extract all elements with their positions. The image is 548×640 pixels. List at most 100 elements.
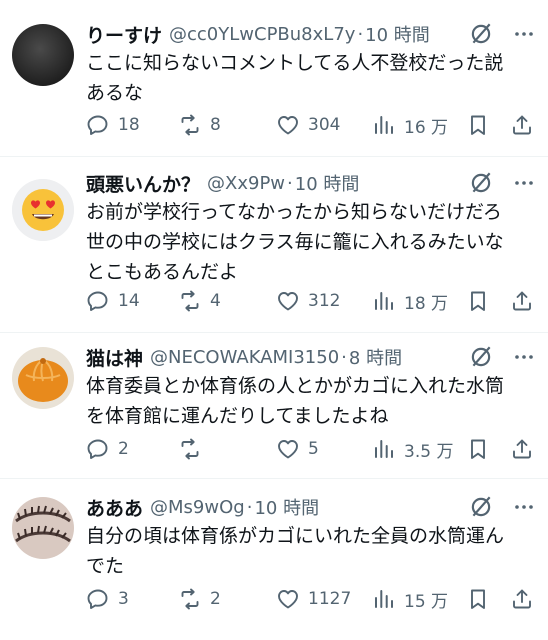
- bookmark-button[interactable]: [466, 287, 490, 315]
- reply-tweet[interactable]: りーすけ @cc0YLwCPBu8xL7y · 10 時間 ここに知らないコメン…: [0, 0, 548, 157]
- tweet-header: あああ @Ms9wOg · 10 時間: [86, 493, 536, 521]
- views-button[interactable]: 15 万: [372, 585, 448, 613]
- heart-eyes-emoji-avatar-image: [12, 179, 74, 241]
- action-bar: 18 8 304 16 万: [86, 111, 536, 139]
- reply-count: 2: [118, 439, 129, 459]
- more-options-icon[interactable]: [512, 171, 536, 195]
- mandarin-orange-avatar-image: [12, 347, 74, 409]
- like-count: 5: [308, 439, 319, 459]
- grok-icon[interactable]: [468, 21, 494, 47]
- views-chart-icon: [375, 440, 393, 458]
- more-options-icon[interactable]: [512, 495, 536, 519]
- grok-icon[interactable]: [468, 170, 494, 196]
- retweet-button[interactable]: 2: [178, 585, 221, 613]
- reply-button[interactable]: 3: [86, 585, 129, 613]
- bookmark-icon: [471, 115, 485, 135]
- more-options-icon[interactable]: [512, 345, 536, 369]
- display-name[interactable]: 猫は神: [86, 344, 143, 371]
- timestamp[interactable]: 8 時間: [349, 344, 402, 370]
- display-name[interactable]: 頭悪いんか？: [86, 170, 200, 197]
- dark-circle-avatar-image: [12, 24, 74, 86]
- user-handle[interactable]: @Ms9wOg: [150, 497, 245, 518]
- bookmark-button[interactable]: [466, 435, 490, 463]
- avatar[interactable]: [12, 347, 74, 409]
- share-button[interactable]: [510, 287, 534, 315]
- retweet-count: 4: [210, 291, 221, 311]
- like-count: 304: [308, 115, 341, 135]
- retweet-icon: [181, 588, 199, 610]
- share-icon: [513, 291, 531, 311]
- action-bar: 14 4 312 18 万: [86, 287, 536, 315]
- bookmark-button[interactable]: [466, 111, 490, 139]
- separator-dot: ·: [341, 346, 347, 368]
- views-count: 15 万: [404, 591, 449, 612]
- timestamp[interactable]: 10 時間: [254, 494, 319, 520]
- grok-icon[interactable]: [468, 494, 494, 520]
- reply-feed: りーすけ @cc0YLwCPBu8xL7y · 10 時間 ここに知らないコメン…: [0, 0, 548, 640]
- heart-icon: [278, 116, 298, 135]
- bookmark-button[interactable]: [466, 585, 490, 613]
- bookmark-icon: [471, 439, 485, 459]
- retweet-button[interactable]: 8: [178, 111, 221, 139]
- user-handle[interactable]: @Xx9Pw: [207, 173, 285, 194]
- separator-dot: ·: [357, 23, 364, 45]
- views-button[interactable]: 3.5 万: [372, 435, 453, 463]
- retweet-icon: [181, 438, 199, 460]
- bookmark-icon: [471, 291, 485, 311]
- views-button[interactable]: 16 万: [372, 111, 448, 139]
- more-options-icon[interactable]: [512, 22, 536, 46]
- separator-dot: ·: [287, 172, 293, 194]
- reply-button[interactable]: 14: [86, 287, 140, 315]
- action-bar: 2 5 3.5 万: [86, 435, 536, 463]
- reply-button[interactable]: 18: [86, 111, 140, 139]
- avatar[interactable]: [12, 497, 74, 559]
- timestamp[interactable]: 10 時間: [365, 21, 430, 47]
- reply-icon: [87, 439, 108, 459]
- views-chart-icon: [375, 590, 393, 608]
- reply-tweet[interactable]: 猫は神 @NECOWAKAMI3150 · 8 時間 体育委員とか体育係の人とか…: [0, 333, 548, 479]
- like-button[interactable]: 5: [276, 435, 319, 463]
- share-button[interactable]: [510, 585, 534, 613]
- avatar[interactable]: [12, 179, 74, 241]
- like-button[interactable]: 304: [276, 111, 340, 139]
- eyelashes-avatar-image: [12, 497, 74, 559]
- like-button[interactable]: 1127: [276, 585, 351, 613]
- reply-count: 3: [118, 589, 129, 609]
- views-count: 3.5 万: [404, 441, 454, 462]
- like-count: 1127: [308, 589, 352, 609]
- bookmark-icon: [471, 589, 485, 609]
- grok-icon[interactable]: [468, 344, 494, 370]
- views-button[interactable]: 18 万: [372, 287, 448, 315]
- user-handle[interactable]: @cc0YLwCPBu8xL7y: [169, 24, 355, 45]
- retweet-button[interactable]: 4: [178, 287, 221, 315]
- display-name[interactable]: あああ: [86, 494, 143, 521]
- share-button[interactable]: [510, 435, 534, 463]
- reply-tweet[interactable]: あああ @Ms9wOg · 10 時間 自分の頃は体育係がカゴにいれた全員の水筒…: [0, 479, 548, 640]
- tweet-text: 体育委員とか体育係の人とかがカゴに入れた水筒 を体育館に運んだりしてましたよね: [86, 375, 505, 427]
- reply-icon: [87, 589, 108, 609]
- views-count: 16 万: [404, 117, 449, 138]
- avatar[interactable]: [12, 24, 74, 86]
- share-icon: [513, 439, 531, 459]
- retweet-button[interactable]: [178, 435, 210, 463]
- views-count: 18 万: [404, 293, 449, 314]
- retweet-icon: [181, 290, 199, 312]
- display-name[interactable]: りーすけ: [86, 21, 162, 48]
- reply-count: 18: [118, 115, 140, 135]
- like-button[interactable]: 312: [276, 287, 340, 315]
- retweet-count: 2: [210, 589, 221, 609]
- action-bar: 3 2 1127 15 万: [86, 585, 536, 613]
- tweet-text: 自分の頃は体育係がカゴにいれた全員の水筒運ん でた: [86, 525, 505, 577]
- reply-tweet[interactable]: 頭悪いんか？ @Xx9Pw · 10 時間 お前が学校行ってなかったから知らない…: [0, 157, 548, 333]
- tweet-header: 頭悪いんか？ @Xx9Pw · 10 時間: [86, 169, 536, 197]
- timestamp[interactable]: 10 時間: [295, 170, 360, 196]
- views-chart-icon: [375, 292, 393, 310]
- tweet-header: 猫は神 @NECOWAKAMI3150 · 8 時間: [86, 343, 536, 371]
- share-button[interactable]: [510, 111, 534, 139]
- heart-icon: [278, 440, 298, 459]
- user-handle[interactable]: @NECOWAKAMI3150: [150, 347, 339, 368]
- reply-button[interactable]: 2: [86, 435, 129, 463]
- share-icon: [513, 589, 531, 609]
- heart-icon: [278, 590, 298, 609]
- retweet-count: 8: [210, 115, 221, 135]
